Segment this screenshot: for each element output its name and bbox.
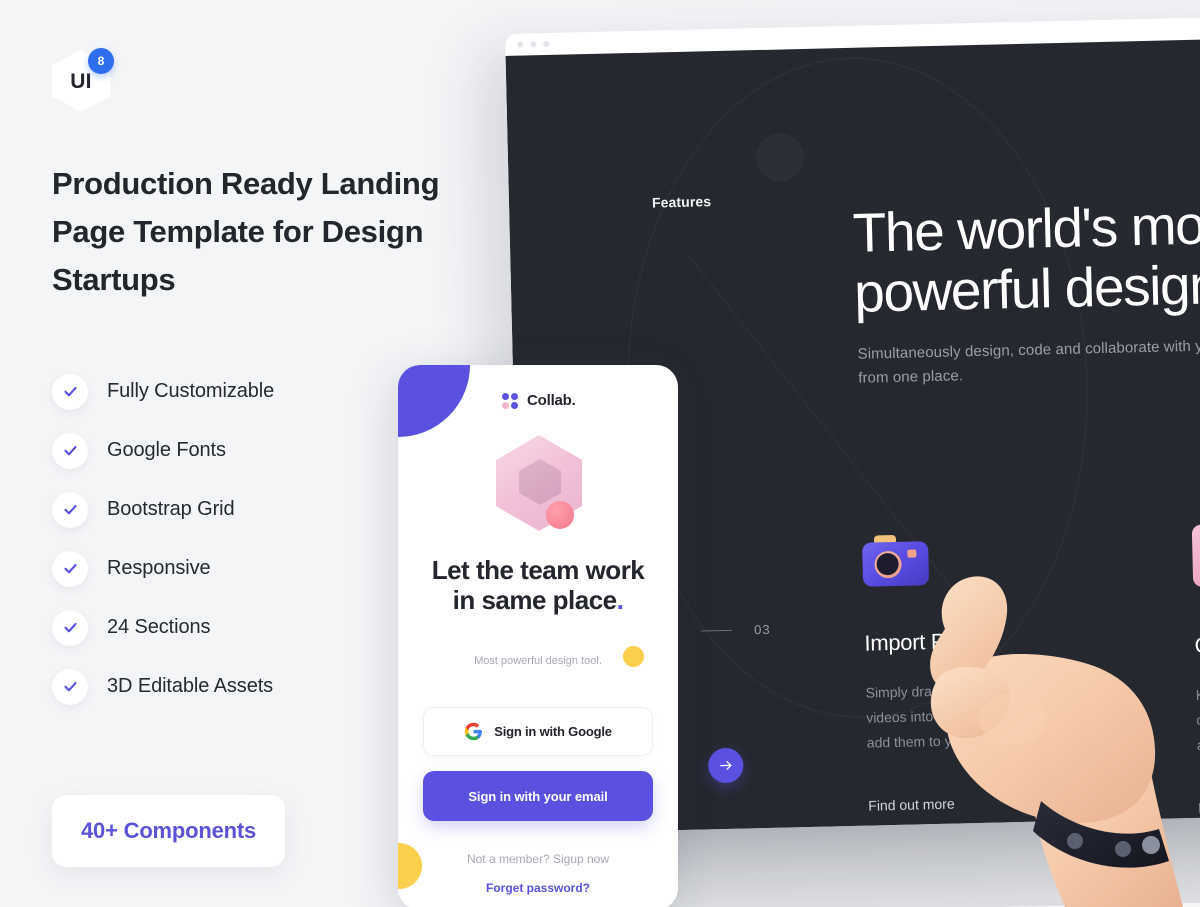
index-number: 03 [753,621,771,638]
feature-list: Fully Customizable Google Fonts Bootstra… [52,362,274,716]
sign-in-email-button[interactable]: Sign in with your email [423,771,653,821]
close-icon[interactable] [517,41,524,48]
components-badge: 40+ Components [52,795,286,867]
list-item: Fully Customizable [52,362,274,421]
check-icon [52,373,88,410]
list-item: 3D Editable Assets [52,657,274,716]
collab-logo-label: Collab. [527,392,576,409]
left-panel: UI 8 Production Ready Landing Page Templ… [0,0,440,907]
check-icon [52,609,88,646]
mobile-title-dot: . [616,585,624,615]
collab-dots-icon [502,392,518,409]
mobile-title-text: Let the team work in same place [431,555,645,615]
feature-label: Fully Customizable [107,380,275,402]
signup-link[interactable]: Not a member? Sigup now [422,852,654,866]
check-icon [52,668,88,705]
logo-text: UI [70,70,92,93]
list-item: 24 Sections [52,598,274,657]
list-item: Bootstrap Grid [52,480,274,539]
decorative-yellow-dot [398,843,422,889]
slide-index: 03 [701,622,771,639]
nav-item-features[interactable]: Features [652,193,712,210]
hero-subtitle: Simultaneously design, code and collabor… [857,336,1200,387]
sign-in-google-label: Sign in with Google [494,724,612,739]
page-title: Production Ready Landing Page Template f… [52,166,440,297]
feature-label: Google Fonts [107,439,226,461]
check-icon [52,491,88,528]
mobile-subtitle: Most powerful design tool. [474,655,602,667]
brand-logo[interactable]: UI 8 [52,48,116,112]
check-icon [52,550,88,587]
index-dash-icon [701,629,733,632]
poster-canvas: UI 8 Production Ready Landing Page Templ… [0,0,1200,907]
feature-label: Bootstrap Grid [107,498,235,520]
sign-in-email-label: Sign in with your email [468,788,608,804]
feature-label: 24 Sections [107,616,211,638]
decorative-petal-shape [398,365,470,437]
feature-label: 3D Editable Assets [107,675,274,697]
hexagon-3d-icon [492,435,588,540]
maximize-icon[interactable] [543,40,550,48]
mobile-title: Let the team work in same place. [422,555,654,615]
mobile-signin-mockup: Collab. Let the team work in same place.… [398,365,678,907]
logo-badge: 8 [88,48,114,74]
list-item: Responsive [52,539,274,598]
hero-title: The world's most powerful design [852,192,1200,324]
forgot-password-link[interactable]: Forget password? [422,881,654,895]
collab-logo[interactable]: Collab. [502,392,576,409]
minimize-icon[interactable] [530,41,537,48]
arrow-right-icon[interactable] [707,747,744,784]
hand-3d-illustration [915,505,1200,907]
check-icon [52,432,88,469]
feature-label: Responsive [107,557,211,579]
google-icon [465,722,483,741]
list-item: Google Fonts [52,421,274,480]
sign-in-google-button[interactable]: Sign in with Google [423,707,653,756]
